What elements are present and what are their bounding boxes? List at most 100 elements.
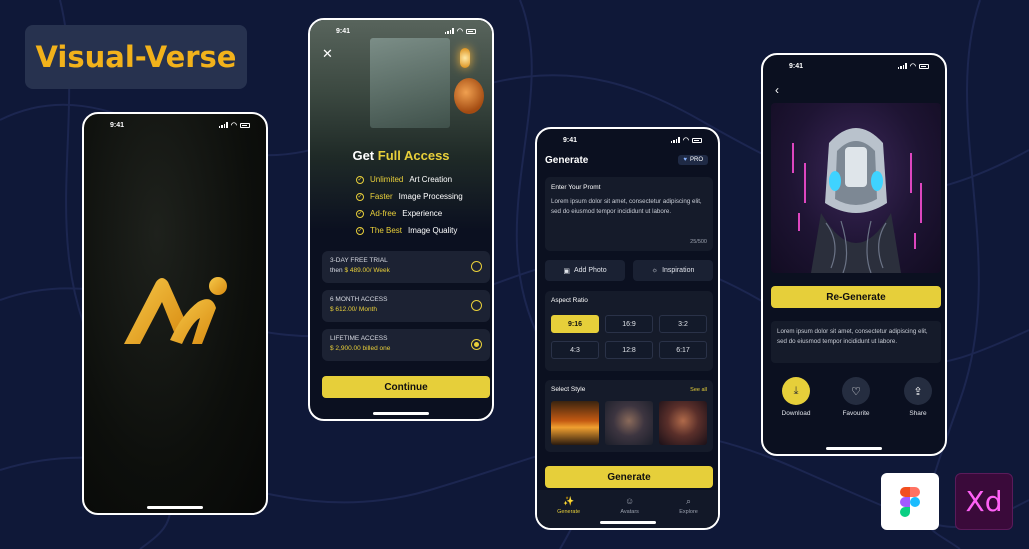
- action-label: Share: [909, 410, 927, 417]
- plan-option-trial[interactable]: 3-DAY FREE TRIAL then $ 489.00/ Week: [322, 251, 490, 283]
- plan-price: $ 489.00/ Week: [344, 267, 390, 274]
- tab-label: Explore: [679, 509, 698, 515]
- regenerate-button[interactable]: Re-Generate: [771, 286, 941, 308]
- pro-badge[interactable]: ♥ PRO: [678, 155, 708, 165]
- tab-explore[interactable]: ⌕ Explore: [679, 496, 698, 516]
- status-time: 9:41: [110, 121, 125, 129]
- prompt-label: Enter Your Promt: [551, 184, 601, 191]
- ratio-option-12-8[interactable]: 12:8: [605, 341, 653, 359]
- aspect-ratio-panel: Aspect Ratio 9:16 16:9 3:2 4:3 12:8 6:17: [545, 291, 713, 371]
- ratio-option-9-16[interactable]: 9:16: [551, 315, 599, 333]
- aspect-label: Aspect Ratio: [551, 297, 588, 304]
- favourite-button[interactable]: ♡ Favourite: [831, 377, 881, 417]
- paywall-screen: 9:41 ◠ ✕ Get Full Access ✓ Unlimited Art C…: [308, 18, 494, 421]
- feature-text: Art Creation: [409, 175, 453, 184]
- sparkle-icon: ✨: [563, 496, 575, 506]
- generate-button[interactable]: Generate: [545, 466, 713, 488]
- status-time: 9:41: [336, 27, 351, 35]
- see-all-link[interactable]: See all: [690, 387, 707, 393]
- ratio-option-3-2[interactable]: 3:2: [659, 315, 707, 333]
- pro-label: PRO: [689, 157, 703, 163]
- status-time: 9:41: [563, 136, 578, 144]
- radio-button[interactable]: [471, 261, 482, 272]
- prompt-text[interactable]: Lorem ipsum dolor sit amet, consectetur …: [551, 197, 707, 217]
- back-arrow-icon[interactable]: ‹: [775, 83, 779, 97]
- feature-text: Experience: [402, 209, 443, 218]
- radio-button[interactable]: [471, 300, 482, 311]
- close-icon[interactable]: ✕: [322, 46, 333, 62]
- wifi-icon: ◠: [909, 63, 916, 70]
- figma-icon: [900, 486, 920, 517]
- search-icon: ⌕: [685, 496, 692, 506]
- signal-icon: [444, 28, 454, 34]
- home-indicator: [147, 506, 203, 509]
- tab-generate[interactable]: ✨ Generate: [557, 496, 581, 516]
- brand-banner: Visual-Verse: [25, 25, 247, 89]
- feature-item: ✓ Faster Image Processing: [356, 192, 463, 201]
- check-icon: ✓: [356, 226, 364, 235]
- ratio-option-4-3[interactable]: 4:3: [551, 341, 599, 359]
- result-description: Lorem ipsum dolor sit amet, consectetur …: [771, 321, 941, 363]
- radio-button-selected[interactable]: [471, 339, 482, 350]
- style-thumb-fire[interactable]: [551, 401, 599, 445]
- prompt-input[interactable]: Enter Your Promt Lorem ipsum dolor sit a…: [545, 177, 713, 251]
- ratio-option-6-17[interactable]: 6:17: [659, 341, 707, 359]
- brand-title: Visual-Verse: [35, 40, 237, 74]
- style-label: Select Style: [551, 386, 586, 393]
- diamond-icon: ♥: [683, 157, 687, 163]
- inspiration-label: Inspiration: [662, 267, 695, 274]
- battery-icon: [466, 28, 476, 34]
- signal-icon: [897, 63, 907, 69]
- add-photo-button[interactable]: ▣ Add Photo: [545, 260, 625, 281]
- action-label: Favourite: [842, 410, 870, 417]
- battery-icon: [919, 63, 929, 69]
- generate-screen: 9:41 ◠ Generate ♥ PRO Enter Your Promt Lo…: [535, 127, 720, 530]
- feature-list: ✓ Unlimited Art Creation ✓ Faster Image Proc…: [356, 175, 463, 243]
- plan-title: LIFETIME ACCESS: [330, 335, 388, 342]
- wifi-icon: ◠: [682, 137, 689, 144]
- style-thumb-creature[interactable]: [605, 401, 653, 445]
- check-icon: ✓: [356, 192, 364, 201]
- plan-prefix: then: [330, 267, 343, 274]
- style-thumb-portrait[interactable]: [659, 401, 707, 445]
- figma-badge: [881, 473, 939, 530]
- tab-label: Generate: [557, 509, 581, 515]
- xd-icon: Xd: [965, 485, 1003, 518]
- tab-avatars[interactable]: ☺ Avatars: [620, 497, 639, 516]
- feature-item: ✓ The Best Image Quality: [356, 226, 463, 235]
- feature-text: Image Quality: [408, 226, 458, 235]
- home-indicator: [599, 521, 656, 524]
- feature-accent: Unlimited: [370, 175, 404, 184]
- signal-icon: [218, 122, 228, 128]
- page-title: Generate: [545, 155, 589, 166]
- inspiration-button[interactable]: ☼ Inspiration: [633, 260, 713, 281]
- style-panel: Select Style See all: [545, 380, 713, 452]
- wifi-icon: ◠: [456, 28, 463, 35]
- plan-option-6-month[interactable]: 6 MONTH ACCESS $ 612.00/ Month: [322, 290, 490, 322]
- signal-icon: [670, 137, 680, 143]
- feature-text: Image Processing: [398, 192, 463, 201]
- plan-title: 6 MONTH ACCESS: [330, 296, 388, 303]
- status-time: 9:41: [789, 62, 804, 70]
- continue-button[interactable]: Continue: [322, 376, 490, 398]
- share-icon: ⇪: [904, 377, 932, 405]
- char-count: 25/500: [690, 239, 707, 245]
- title-accent: Full Access: [377, 148, 450, 163]
- download-button[interactable]: ⤓ Download: [771, 377, 821, 417]
- bulb-icon: ☼: [651, 267, 659, 274]
- title-prefix: Get: [352, 148, 375, 163]
- plan-option-lifetime[interactable]: LIFETIME ACCESS $ 2,900.00 billed one: [322, 329, 490, 361]
- ratio-option-16-9[interactable]: 16:9: [605, 315, 653, 333]
- battery-icon: [240, 122, 250, 128]
- wifi-icon: ◠: [230, 122, 237, 129]
- download-icon: ⤓: [782, 377, 810, 405]
- feature-accent: Faster: [370, 192, 393, 201]
- share-button[interactable]: ⇪ Share: [893, 377, 943, 417]
- adobe-xd-badge: Xd: [955, 473, 1013, 530]
- ai-logo-icon: [124, 277, 227, 344]
- status-bar: 9:41 ◠: [763, 55, 945, 77]
- check-icon: ✓: [356, 175, 364, 184]
- generated-image: [771, 103, 941, 273]
- status-bar: 9:41 ◠: [537, 129, 718, 151]
- plan-price: $ 2,900.00 billed one: [330, 345, 391, 352]
